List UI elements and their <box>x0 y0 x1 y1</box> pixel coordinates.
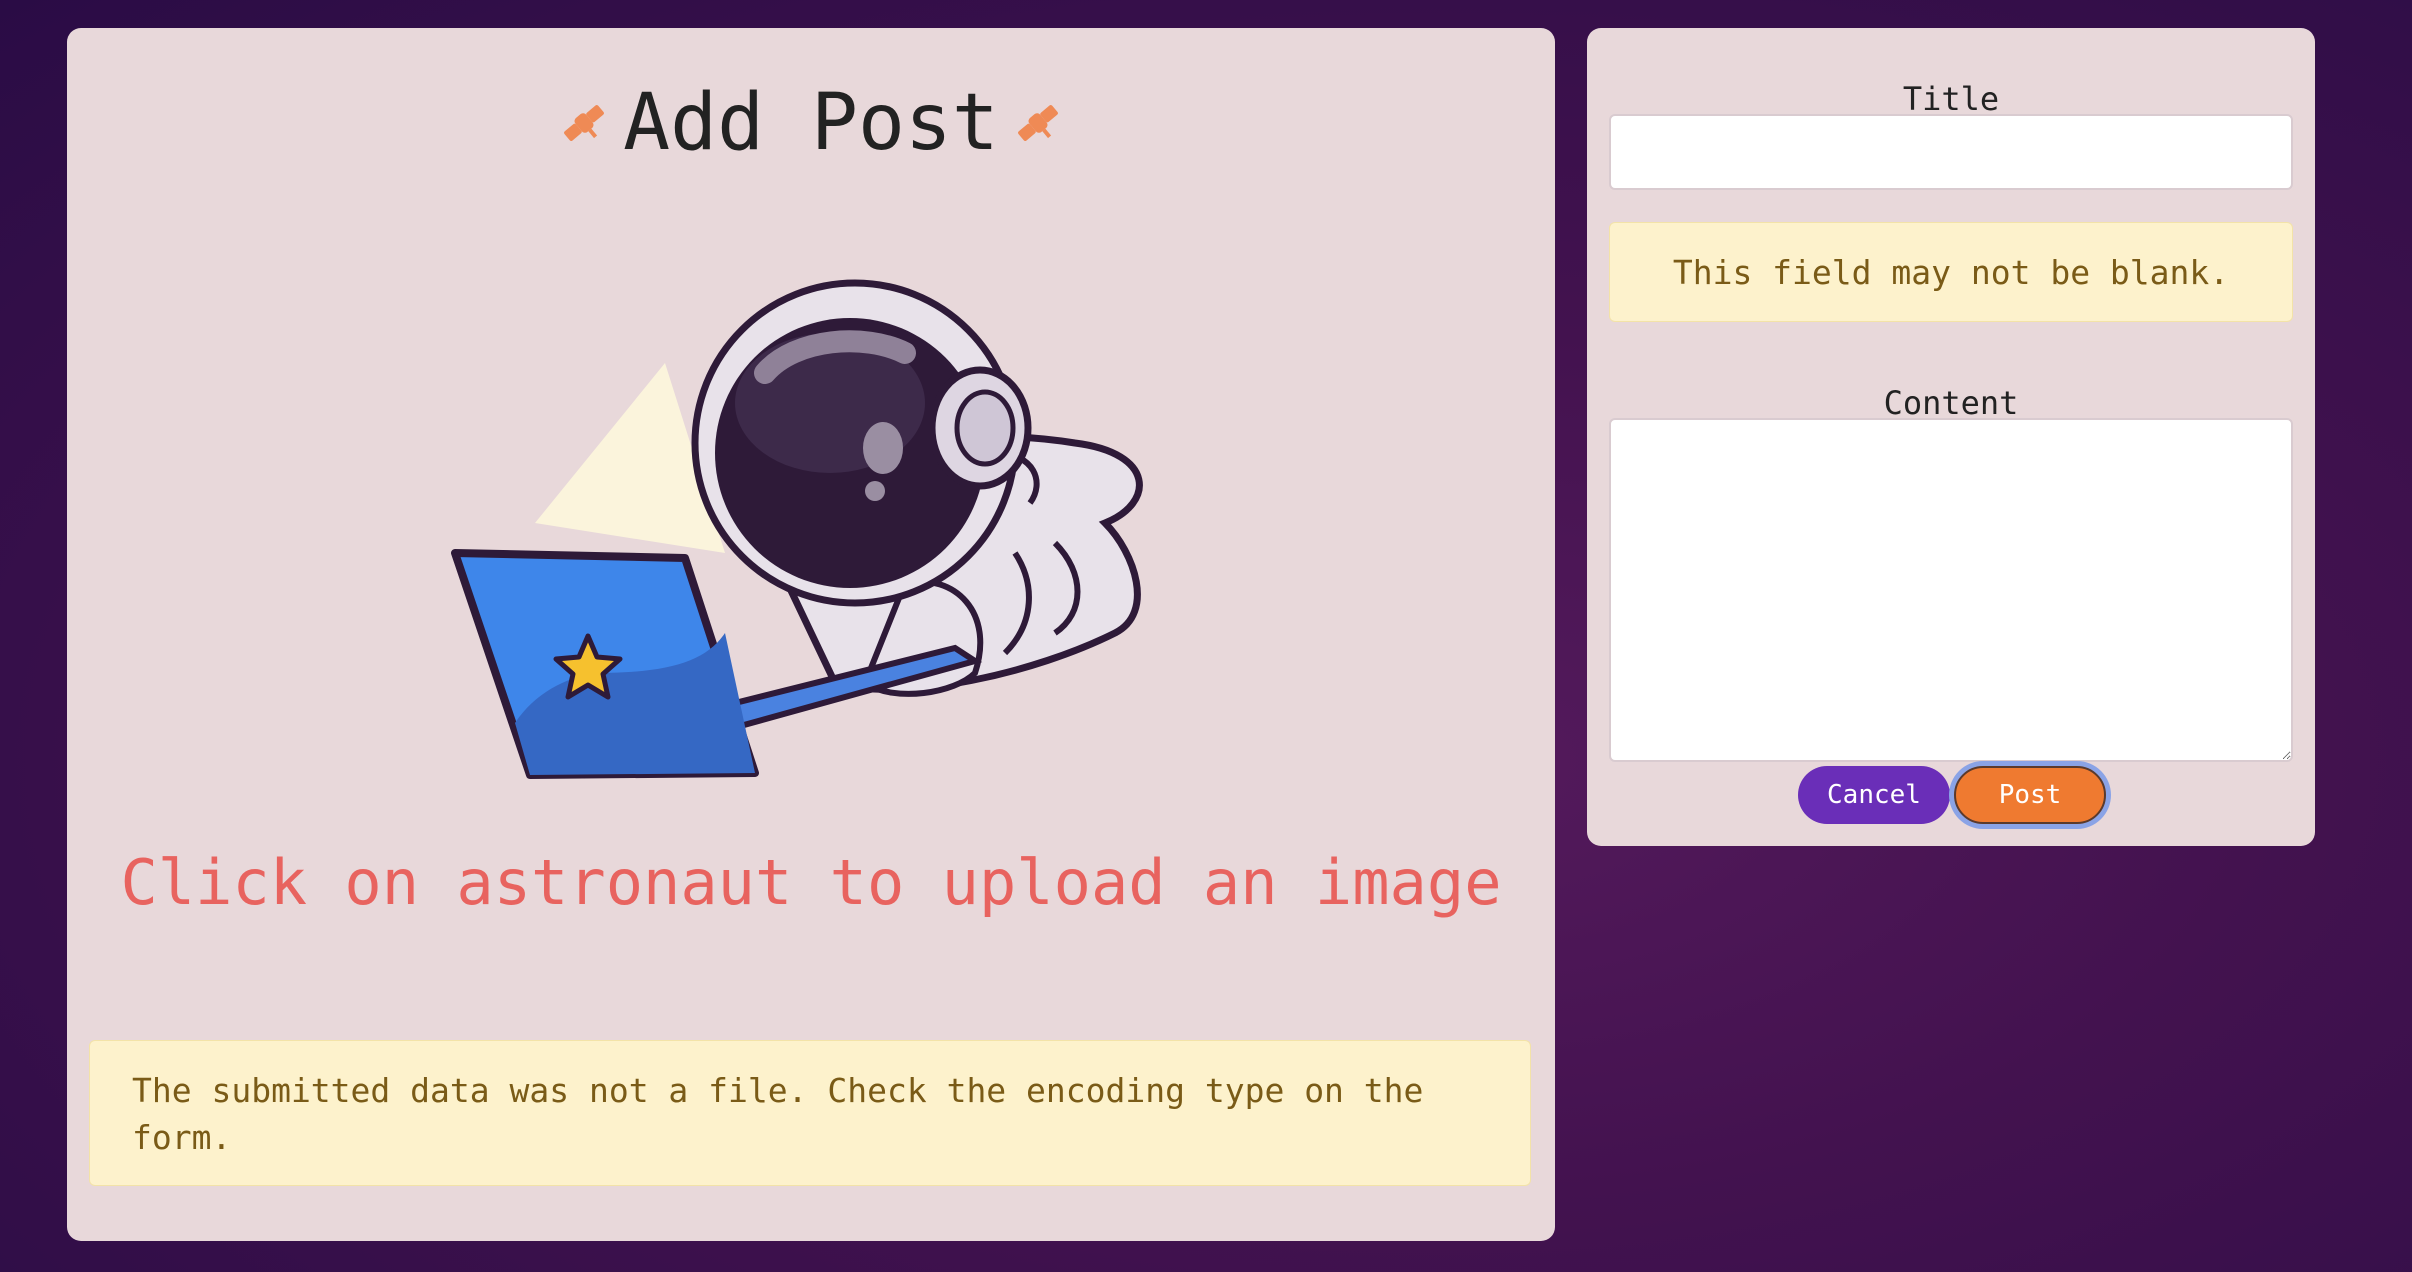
page-title-row: Add Post <box>67 78 1555 168</box>
image-error-alert: The submitted data was not a file. Check… <box>89 1040 1531 1186</box>
cancel-button[interactable]: Cancel <box>1798 766 1950 824</box>
satellite-icon <box>564 105 605 141</box>
title-input[interactable] <box>1609 114 2293 190</box>
post-button[interactable]: Post <box>1954 766 2106 824</box>
content-textarea[interactable] <box>1609 418 2293 762</box>
content-label: Content <box>1883 384 2019 422</box>
add-post-panel: Add Post Click on astronaut to upload an… <box>67 28 1555 1241</box>
page-title: Add Post <box>623 78 999 168</box>
post-form-panel: Title This field may not be blank. Conte… <box>1587 28 2315 846</box>
title-error-alert: This field may not be blank. <box>1609 222 2293 322</box>
astronaut-upload-image[interactable] <box>435 253 1275 813</box>
satellite-icon <box>1017 105 1058 141</box>
upload-hint: Click on astronaut to upload an image <box>120 846 1502 919</box>
title-label: Title <box>1902 80 2000 118</box>
